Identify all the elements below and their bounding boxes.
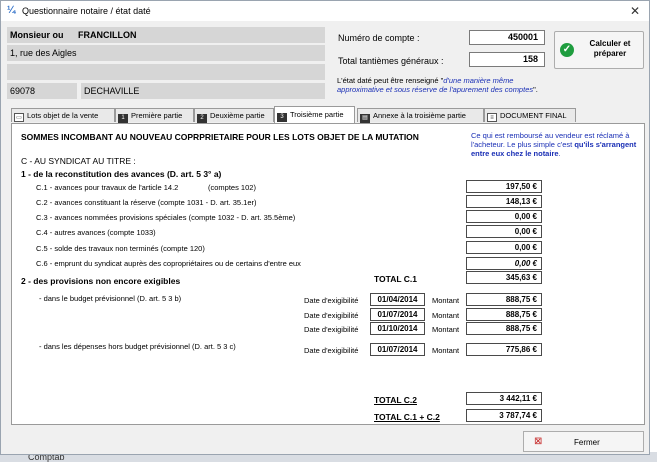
header-note: L'état daté peut être renseigné "d'une m…: [337, 76, 538, 94]
tab-document-icon: ≡: [487, 113, 497, 122]
total-c2-value: 3 442,11 €: [466, 392, 542, 405]
hors-budget-date[interactable]: 01/07/2014: [370, 343, 425, 356]
tab-deuxieme[interactable]: 2 Deuxième partie: [194, 108, 274, 123]
subsection-2-title: 2 - des provisions non encore exigibles: [21, 276, 181, 286]
budget-amount-1[interactable]: 888,75 €: [466, 293, 542, 306]
date-label: Date d'exigibilité: [304, 325, 359, 334]
close-icon[interactable]: ✕: [625, 2, 645, 20]
montant-label: Montant: [432, 346, 460, 355]
owner-name: FRANCILLON: [78, 30, 137, 40]
tab-premiere[interactable]: 1 Première partie: [115, 108, 194, 123]
item-c3-amount[interactable]: 0,00 €: [466, 210, 542, 223]
montant-label: Montant: [432, 296, 460, 305]
item-c1-amount[interactable]: 197,50 €: [466, 180, 542, 193]
date-label: Date d'exigibilité: [304, 346, 359, 355]
item-c5-label: C.5 - solde des travaux non terminés (co…: [36, 244, 205, 253]
questionnaire-dialog: ¼ Questionnaire notaire / état daté ✕ Mo…: [0, 0, 650, 455]
total-c2-label: TOTAL C.2: [374, 395, 417, 405]
title-bar: ¼ Questionnaire notaire / état daté ✕: [1, 1, 649, 21]
budget-label: - dans le budget prévisionnel (D. art. 5…: [39, 294, 182, 303]
calculate-button-label: Calculer et préparer: [589, 39, 631, 58]
budget-date-3[interactable]: 01/10/2014: [370, 322, 425, 335]
budget-amount-2[interactable]: 888,75 €: [466, 308, 542, 321]
owner-name-field: Monsieur ou FRANCILLON: [7, 27, 325, 43]
fermer-button[interactable]: ⊠ Fermer: [523, 431, 644, 452]
total-c1-label: TOTAL C.1: [374, 274, 417, 284]
date-label: Date d'exigibilité: [304, 311, 359, 320]
item-c6-amount[interactable]: 0,00 €: [466, 257, 542, 270]
tab-document-final[interactable]: ≡ DOCUMENT FINAL: [484, 108, 576, 122]
account-number-field[interactable]: 450001: [469, 30, 545, 45]
item-c2-amount[interactable]: 148,13 €: [466, 195, 542, 208]
tab-deuxieme-icon: 2: [197, 114, 207, 123]
hors-budget-label: - dans les dépenses hors budget prévisio…: [39, 342, 236, 351]
account-label: Numéro de compte :: [338, 33, 420, 43]
item-c1-label: C.1 - avances pour travaux de l'article …: [36, 183, 179, 192]
fermer-button-label: Fermer: [574, 438, 600, 447]
hors-budget-amount[interactable]: 775,86 €: [466, 343, 542, 356]
city: DECHAVILLE: [81, 83, 325, 99]
item-c4-amount[interactable]: 0,00 €: [466, 225, 542, 238]
item-c3-label: C.3 - avances nommées provisions spécial…: [36, 213, 296, 222]
item-c4-label: C.4 - autres avances (compte 1033): [36, 228, 156, 237]
tab-troisieme[interactable]: 3 Troisième partie: [274, 106, 355, 123]
item-c2-label: C.2 - avances constituant la réserve (co…: [36, 198, 257, 207]
address-line-1: 1, rue des Aigles: [7, 45, 325, 61]
item-c6-label: C.6 - emprunt du syndicat auprès des cop…: [36, 259, 301, 268]
tantiemes-label: Total tantièmes généraux :: [338, 56, 444, 66]
calculate-button[interactable]: ✓ Calculer et préparer: [554, 31, 644, 69]
tab-lots-icon: ▭: [14, 113, 24, 122]
app-icon: ¼: [7, 5, 16, 16]
tantiemes-field[interactable]: 158: [469, 52, 545, 67]
montant-label: Montant: [432, 325, 460, 334]
postal-code: 69078: [7, 83, 77, 99]
check-icon: ✓: [560, 43, 574, 57]
budget-date-2[interactable]: 01/07/2014: [370, 308, 425, 321]
tab-annexe[interactable]: ▤ Annexe à la troisième partie: [357, 108, 484, 123]
page-heading: SOMMES INCOMBANT AU NOUVEAU COPRPRIETAIR…: [21, 132, 419, 142]
window-title: Questionnaire notaire / état daté: [22, 6, 151, 16]
salutation: Monsieur ou: [10, 30, 64, 40]
date-label: Date d'exigibilité: [304, 296, 359, 305]
total-c1-value: 345,63 €: [466, 271, 542, 284]
total-c12-value: 3 787,74 €: [466, 409, 542, 422]
budget-amount-3[interactable]: 888,75 €: [466, 322, 542, 335]
section-c-title: C - AU SYNDICAT AU TITRE :: [21, 156, 136, 166]
close-x-icon: ⊠: [534, 436, 543, 447]
subsection-1-title: 1 - de la reconstitution des avances (D.…: [21, 169, 222, 179]
tab-lots[interactable]: ▭ Lots objet de la vente: [11, 108, 115, 122]
info-note: Ce qui est remboursé au vendeur est récl…: [471, 131, 637, 158]
total-c12-label: TOTAL C.1 + C.2: [374, 412, 440, 422]
montant-label: Montant: [432, 311, 460, 320]
item-c5-amount[interactable]: 0,00 €: [466, 241, 542, 254]
budget-date-1[interactable]: 01/04/2014: [370, 293, 425, 306]
tab-troisieme-icon: 3: [277, 113, 287, 122]
address-line-2: [7, 64, 325, 80]
tab-premiere-icon: 1: [118, 114, 128, 123]
item-c1-extra: (comptes 102): [208, 183, 256, 192]
tab-annexe-icon: ▤: [360, 114, 370, 123]
